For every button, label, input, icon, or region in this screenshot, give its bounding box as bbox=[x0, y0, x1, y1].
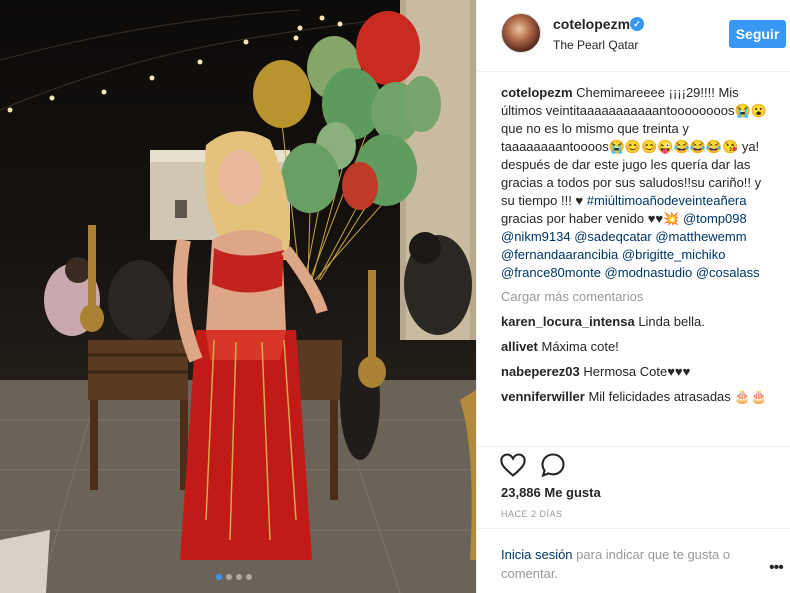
login-prompt: Inicia sesión para indicar que te gusta … bbox=[501, 545, 757, 583]
mention-link[interactable]: @brigitte_michiko bbox=[622, 247, 726, 262]
comment-item: nabeperez03 Hermosa Cote♥♥♥ bbox=[501, 363, 777, 381]
avatar[interactable] bbox=[501, 13, 541, 53]
caption-text: Chemimareeee ¡¡¡¡29!!!! Mis últimos vein… bbox=[501, 85, 767, 208]
post-location[interactable]: The Pearl Qatar bbox=[553, 38, 638, 52]
comment-item: allivet Máxima cote! bbox=[501, 338, 777, 356]
post-timestamp: HACE 2 DÍAS bbox=[501, 509, 563, 519]
comment-user[interactable]: allivet bbox=[501, 339, 538, 354]
post-actions bbox=[477, 446, 790, 486]
post-username[interactable]: cotelopezm bbox=[553, 16, 630, 32]
load-more-comments-button[interactable]: Cargar más comentarios bbox=[501, 288, 777, 306]
mention-link[interactable]: @tomp098 bbox=[683, 211, 747, 226]
comments-list[interactable]: cotelopezm Chemimareeee ¡¡¡¡29!!!! Mis ú… bbox=[501, 84, 777, 446]
mention-link[interactable]: @sadeqcatar bbox=[574, 229, 652, 244]
post-side-panel: cotelopezm ✓ The Pearl Qatar Seguir cote… bbox=[476, 0, 790, 593]
more-options-icon[interactable]: ••• bbox=[769, 559, 784, 577]
comment-text: Linda bella. bbox=[638, 314, 705, 329]
comment-text: Máxima cote! bbox=[541, 339, 619, 354]
caption-text-2: gracias por haber venido ♥♥💥 bbox=[501, 211, 680, 226]
post-photo[interactable] bbox=[0, 0, 476, 593]
login-link[interactable]: Inicia sesión bbox=[501, 547, 573, 562]
comment-item: karen_locura_intensa Linda bella. bbox=[501, 313, 777, 331]
heart-icon[interactable] bbox=[499, 451, 527, 479]
mention-link[interactable]: @cosalass bbox=[696, 265, 760, 280]
post-footer: Inicia sesión para indicar que te gusta … bbox=[477, 528, 790, 593]
follow-button[interactable]: Seguir bbox=[729, 20, 786, 48]
carousel-dot[interactable] bbox=[236, 574, 242, 580]
caption-author[interactable]: cotelopezm bbox=[501, 85, 573, 100]
comment-user[interactable]: nabeperez03 bbox=[501, 364, 580, 379]
comment-user[interactable]: karen_locura_intensa bbox=[501, 314, 635, 329]
mention-link[interactable]: @fernandaarancibia bbox=[501, 247, 618, 262]
comment-text: Hermosa Cote♥♥♥ bbox=[583, 364, 691, 379]
post-header: cotelopezm ✓ The Pearl Qatar Seguir bbox=[477, 0, 790, 72]
carousel-dot[interactable] bbox=[246, 574, 252, 580]
mention-link[interactable]: @matthewemm bbox=[655, 229, 746, 244]
comment-item: venniferwiller Mil felicidades atrasadas… bbox=[501, 388, 777, 406]
comment-icon[interactable] bbox=[539, 451, 567, 479]
post-caption: cotelopezm Chemimareeee ¡¡¡¡29!!!! Mis ú… bbox=[501, 84, 777, 282]
likes-count[interactable]: 23,886 Me gusta bbox=[501, 485, 601, 500]
carousel-dot[interactable] bbox=[226, 574, 232, 580]
mention-link[interactable]: @modnastudio bbox=[605, 265, 693, 280]
hashtag-link[interactable]: #miúltimoañodeveinteañera bbox=[587, 193, 747, 208]
comment-user[interactable]: venniferwiller bbox=[501, 389, 585, 404]
mention-link[interactable]: @france80monte bbox=[501, 265, 601, 280]
mention-link[interactable]: @nikm9134 bbox=[501, 229, 571, 244]
carousel-indicator bbox=[216, 574, 252, 580]
party-scene-illustration bbox=[0, 0, 476, 593]
verified-badge-icon: ✓ bbox=[630, 17, 644, 31]
comment-text: Mil felicidades atrasadas 🎂🎂 bbox=[588, 389, 767, 404]
carousel-dot[interactable] bbox=[216, 574, 222, 580]
